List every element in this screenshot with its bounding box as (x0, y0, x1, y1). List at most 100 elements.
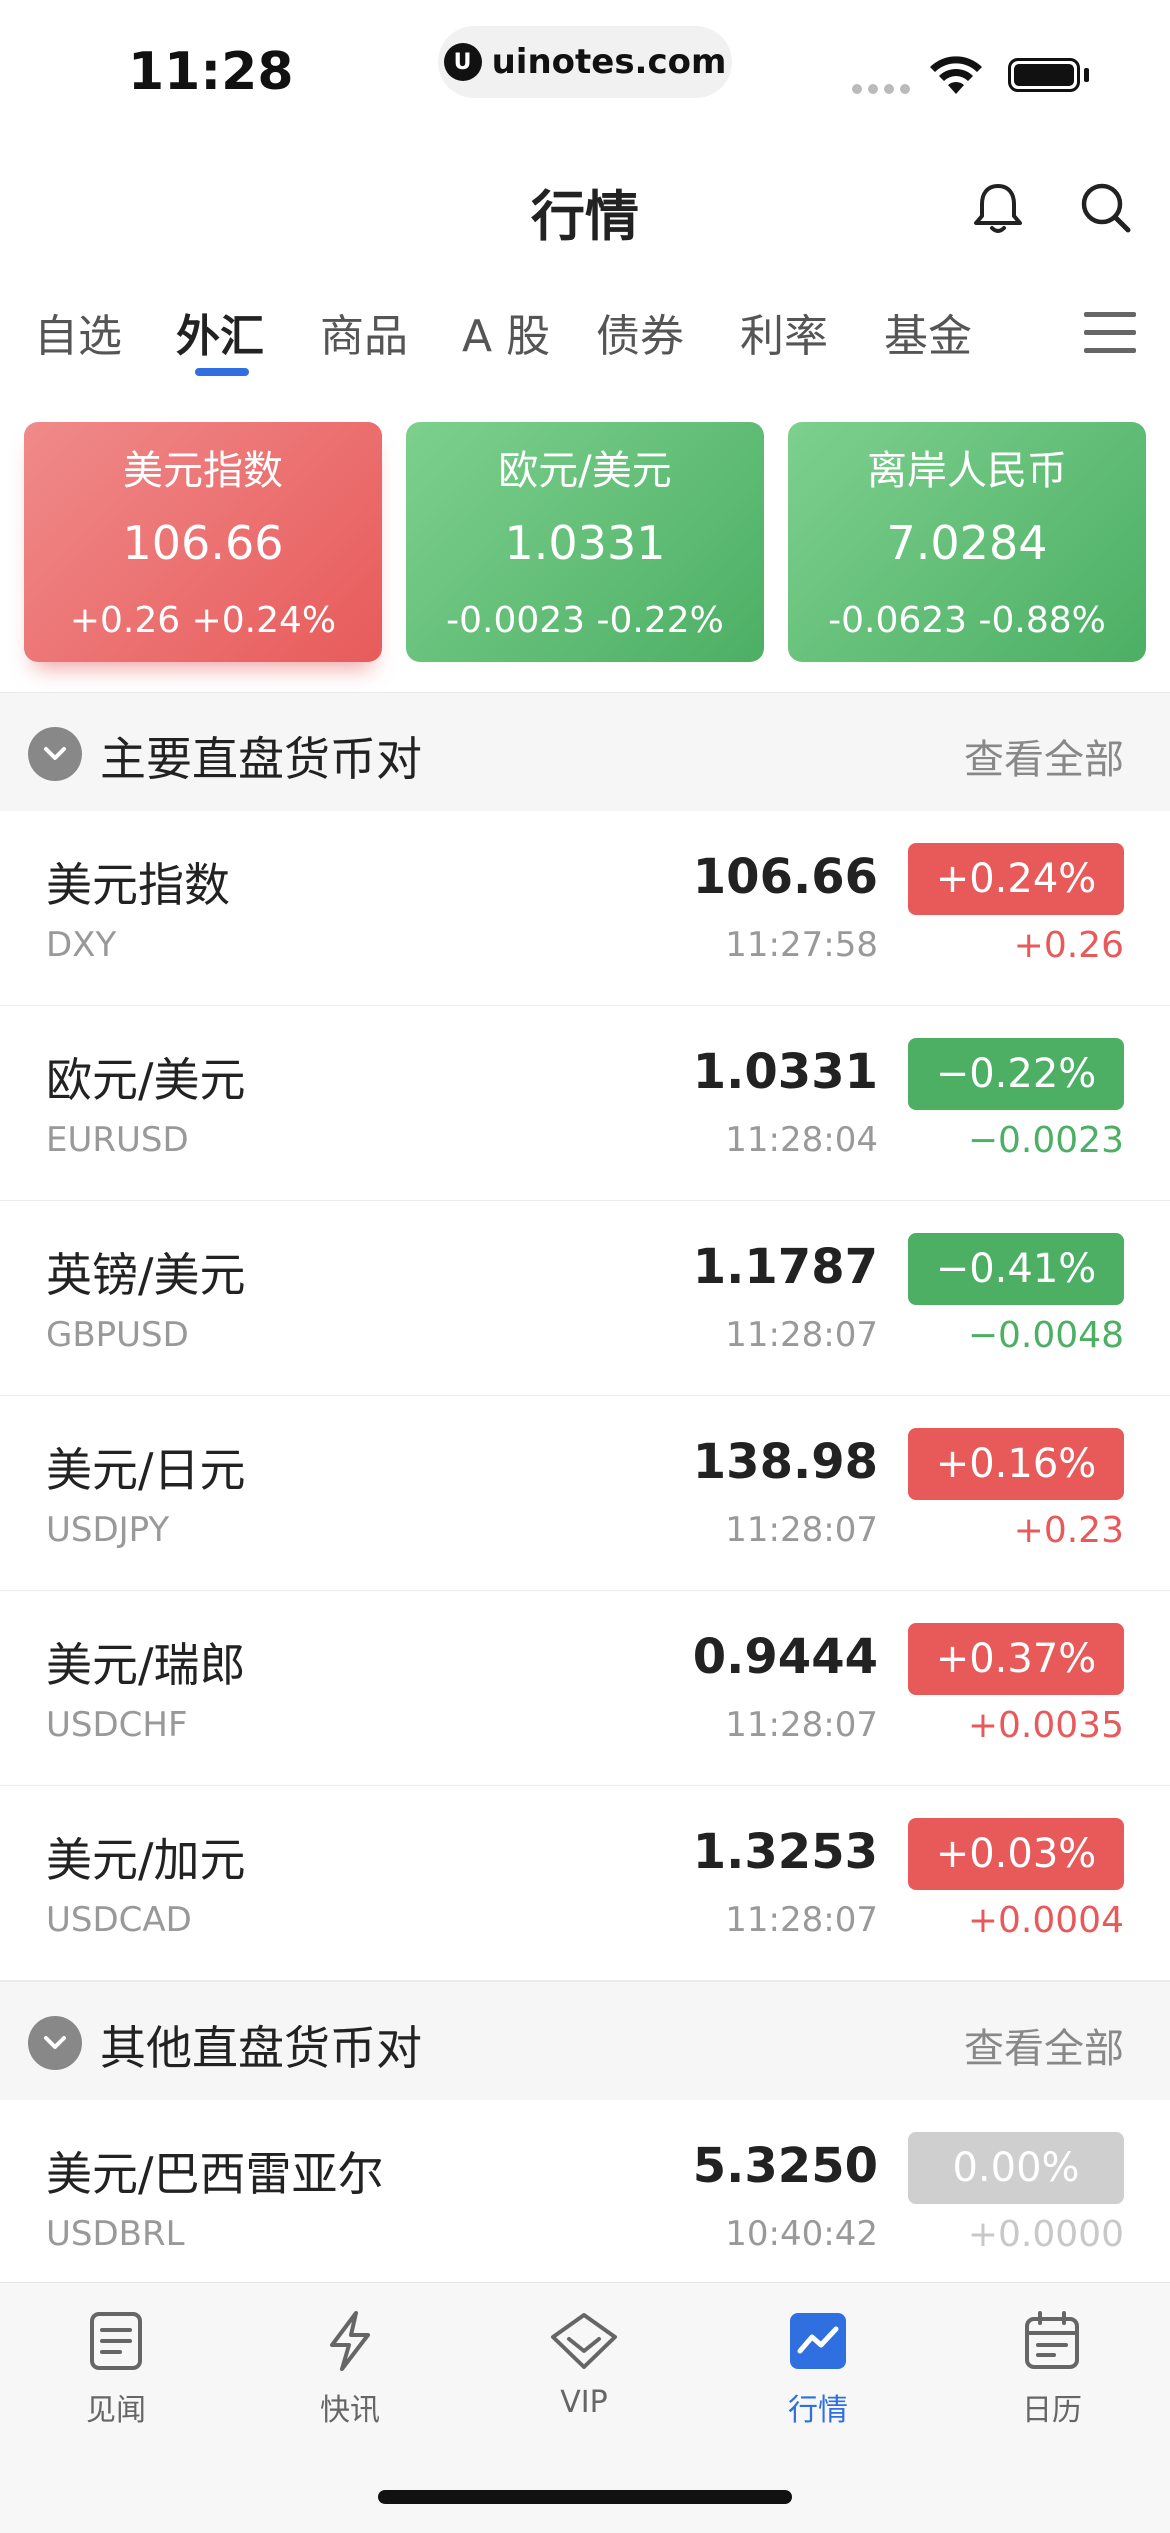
news-icon (90, 2312, 142, 2370)
change-value: +0.0000 (967, 2214, 1124, 2255)
percent-badge[interactable]: +0.16% (908, 1428, 1124, 1500)
card-value: 1.0331 (504, 516, 666, 570)
tab-forex[interactable]: 外汇 (176, 300, 264, 364)
pair-code: USDCHF (46, 1705, 188, 1745)
quote-row[interactable]: 美元/瑞郎 USDCHF 0.9444 11:28:07 +0.37% +0.0… (0, 1591, 1170, 1786)
change-value: +0.23 (1013, 1510, 1124, 1551)
pair-name: 美元/日元 (46, 1443, 246, 1497)
status-time: 11:28 (128, 42, 294, 102)
card-name: 欧元/美元 (498, 448, 672, 494)
pair-price: 5.3250 (692, 2138, 878, 2194)
view-all-link[interactable]: 查看全部 (964, 727, 1124, 785)
tab-funds[interactable]: 基金 (884, 300, 972, 364)
quote-time: 11:28:07 (725, 1705, 878, 1745)
tabbar-label: 行情 (788, 2393, 848, 2428)
change-value: −0.0048 (967, 1315, 1124, 1356)
quote-row[interactable]: 美元/日元 USDJPY 138.98 11:28:07 +0.16% +0.2… (0, 1396, 1170, 1591)
market-tabs: 自选 外汇 商品 A 股 债券 利率 基金 (0, 300, 1170, 380)
battery-icon (1008, 58, 1080, 92)
card-dollar-index[interactable]: 美元指数 106.66 +0.26 +0.24% (24, 422, 382, 662)
summary-cards: 美元指数 106.66 +0.26 +0.24% 欧元/美元 1.0331 -0… (24, 422, 1146, 662)
pair-code: DXY (46, 925, 117, 965)
pair-name: 英镑/美元 (46, 1248, 246, 1302)
tabbar-item-calendar[interactable]: 日历 (962, 2305, 1142, 2429)
chevron-down-icon[interactable] (28, 2016, 82, 2070)
bell-icon[interactable] (968, 178, 1028, 238)
change-value: +0.0004 (967, 1900, 1124, 1941)
section-header-other-pairs[interactable]: 其他直盘货币对 查看全部 (0, 1981, 1170, 2101)
percent-badge[interactable]: +0.37% (908, 1623, 1124, 1695)
pair-price: 1.1787 (692, 1239, 878, 1295)
tab-a-shares[interactable]: A 股 (462, 300, 550, 364)
pair-price: 138.98 (692, 1434, 878, 1490)
card-value: 7.0284 (886, 516, 1048, 570)
pair-name: 美元/巴西雷亚尔 (46, 2147, 384, 2201)
quote-time: 11:28:07 (725, 1900, 878, 1940)
card-change: -0.0623 -0.88% (828, 600, 1106, 641)
tabbar-item-flash[interactable]: 快讯 (260, 2305, 440, 2429)
chart-icon (790, 2313, 846, 2369)
quote-row[interactable]: 美元/巴西雷亚尔 USDBRL 5.3250 10:40:42 0.00% +0… (0, 2100, 1170, 2295)
pair-price: 1.3253 (692, 1824, 878, 1880)
card-name: 美元指数 (123, 448, 283, 494)
percent-badge[interactable]: −0.22% (908, 1038, 1124, 1110)
percent-badge[interactable]: +0.03% (908, 1818, 1124, 1890)
tabbar-item-market[interactable]: 行情 (728, 2305, 908, 2429)
quote-row[interactable]: 美元/加元 USDCAD 1.3253 11:28:07 +0.03% +0.0… (0, 1786, 1170, 1981)
tab-commodities[interactable]: 商品 (320, 300, 408, 364)
section-header-major-pairs[interactable]: 主要直盘货币对 查看全部 (0, 692, 1170, 812)
pair-price: 106.66 (692, 849, 878, 905)
pair-name: 美元/瑞郎 (46, 1638, 246, 1692)
wifi-icon (930, 56, 982, 94)
quote-row[interactable]: 英镑/美元 GBPUSD 1.1787 11:28:07 −0.41% −0.0… (0, 1201, 1170, 1396)
card-value: 106.66 (122, 516, 284, 570)
tab-bonds[interactable]: 债券 (596, 300, 684, 364)
home-indicator[interactable] (378, 2490, 792, 2504)
battery-tip (1084, 68, 1089, 82)
search-icon[interactable] (1076, 178, 1136, 238)
tab-favorites[interactable]: 自选 (34, 300, 122, 364)
tab-rates[interactable]: 利率 (740, 300, 828, 364)
tabbar-label: VIP (560, 2385, 608, 2420)
pair-code: EURUSD (46, 1120, 189, 1160)
section-title: 主要直盘货币对 (100, 732, 422, 786)
pair-code: GBPUSD (46, 1315, 189, 1355)
card-change: +0.26 +0.24% (69, 600, 337, 641)
view-all-link[interactable]: 查看全部 (964, 2016, 1124, 2074)
url-text: uinotes.com (491, 42, 727, 82)
lightning-icon (330, 2311, 370, 2371)
section-title: 其他直盘货币对 (100, 2021, 422, 2075)
card-change: -0.0023 -0.22% (446, 600, 724, 641)
menu-icon[interactable] (1082, 308, 1138, 358)
cellular-signal-icon (852, 84, 910, 94)
pair-code: USDBRL (46, 2214, 185, 2254)
pair-code: USDCAD (46, 1900, 192, 1940)
pair-name: 美元指数 (46, 858, 230, 912)
change-value: −0.0023 (967, 1120, 1124, 1161)
tabbar-item-news[interactable]: 见闻 (26, 2305, 206, 2429)
tabbar-label: 见闻 (86, 2393, 146, 2428)
change-value: +0.0035 (967, 1705, 1124, 1746)
change-value: +0.26 (1013, 925, 1124, 966)
percent-badge[interactable]: 0.00% (908, 2132, 1124, 2204)
status-bar: 11:28 U uinotes.com (0, 0, 1170, 140)
quote-row[interactable]: 欧元/美元 EURUSD 1.0331 11:28:04 −0.22% −0.0… (0, 1006, 1170, 1201)
pair-name: 美元/加元 (46, 1833, 246, 1887)
active-tab-indicator (195, 368, 249, 376)
quote-time: 11:27:58 (725, 925, 878, 965)
quote-time: 11:28:07 (725, 1510, 878, 1550)
percent-badge[interactable]: −0.41% (908, 1233, 1124, 1305)
url-pill[interactable]: U uinotes.com (438, 26, 732, 98)
calendar-icon (1025, 2311, 1079, 2369)
quote-row[interactable]: 美元指数 DXY 106.66 11:27:58 +0.24% +0.26 (0, 811, 1170, 1006)
quote-time: 11:28:04 (725, 1120, 878, 1160)
card-eurusd[interactable]: 欧元/美元 1.0331 -0.0023 -0.22% (406, 422, 764, 662)
tabbar-label: 快讯 (320, 2393, 380, 2428)
tabbar-item-vip[interactable]: VIP (494, 2305, 674, 2420)
percent-badge[interactable]: +0.24% (908, 843, 1124, 915)
card-name: 离岸人民币 (867, 448, 1067, 494)
pair-price: 0.9444 (692, 1629, 878, 1685)
chevron-down-icon[interactable] (28, 727, 82, 781)
card-offshore-cny[interactable]: 离岸人民币 7.0284 -0.0623 -0.88% (788, 422, 1146, 662)
quote-time: 11:28:07 (725, 1315, 878, 1355)
